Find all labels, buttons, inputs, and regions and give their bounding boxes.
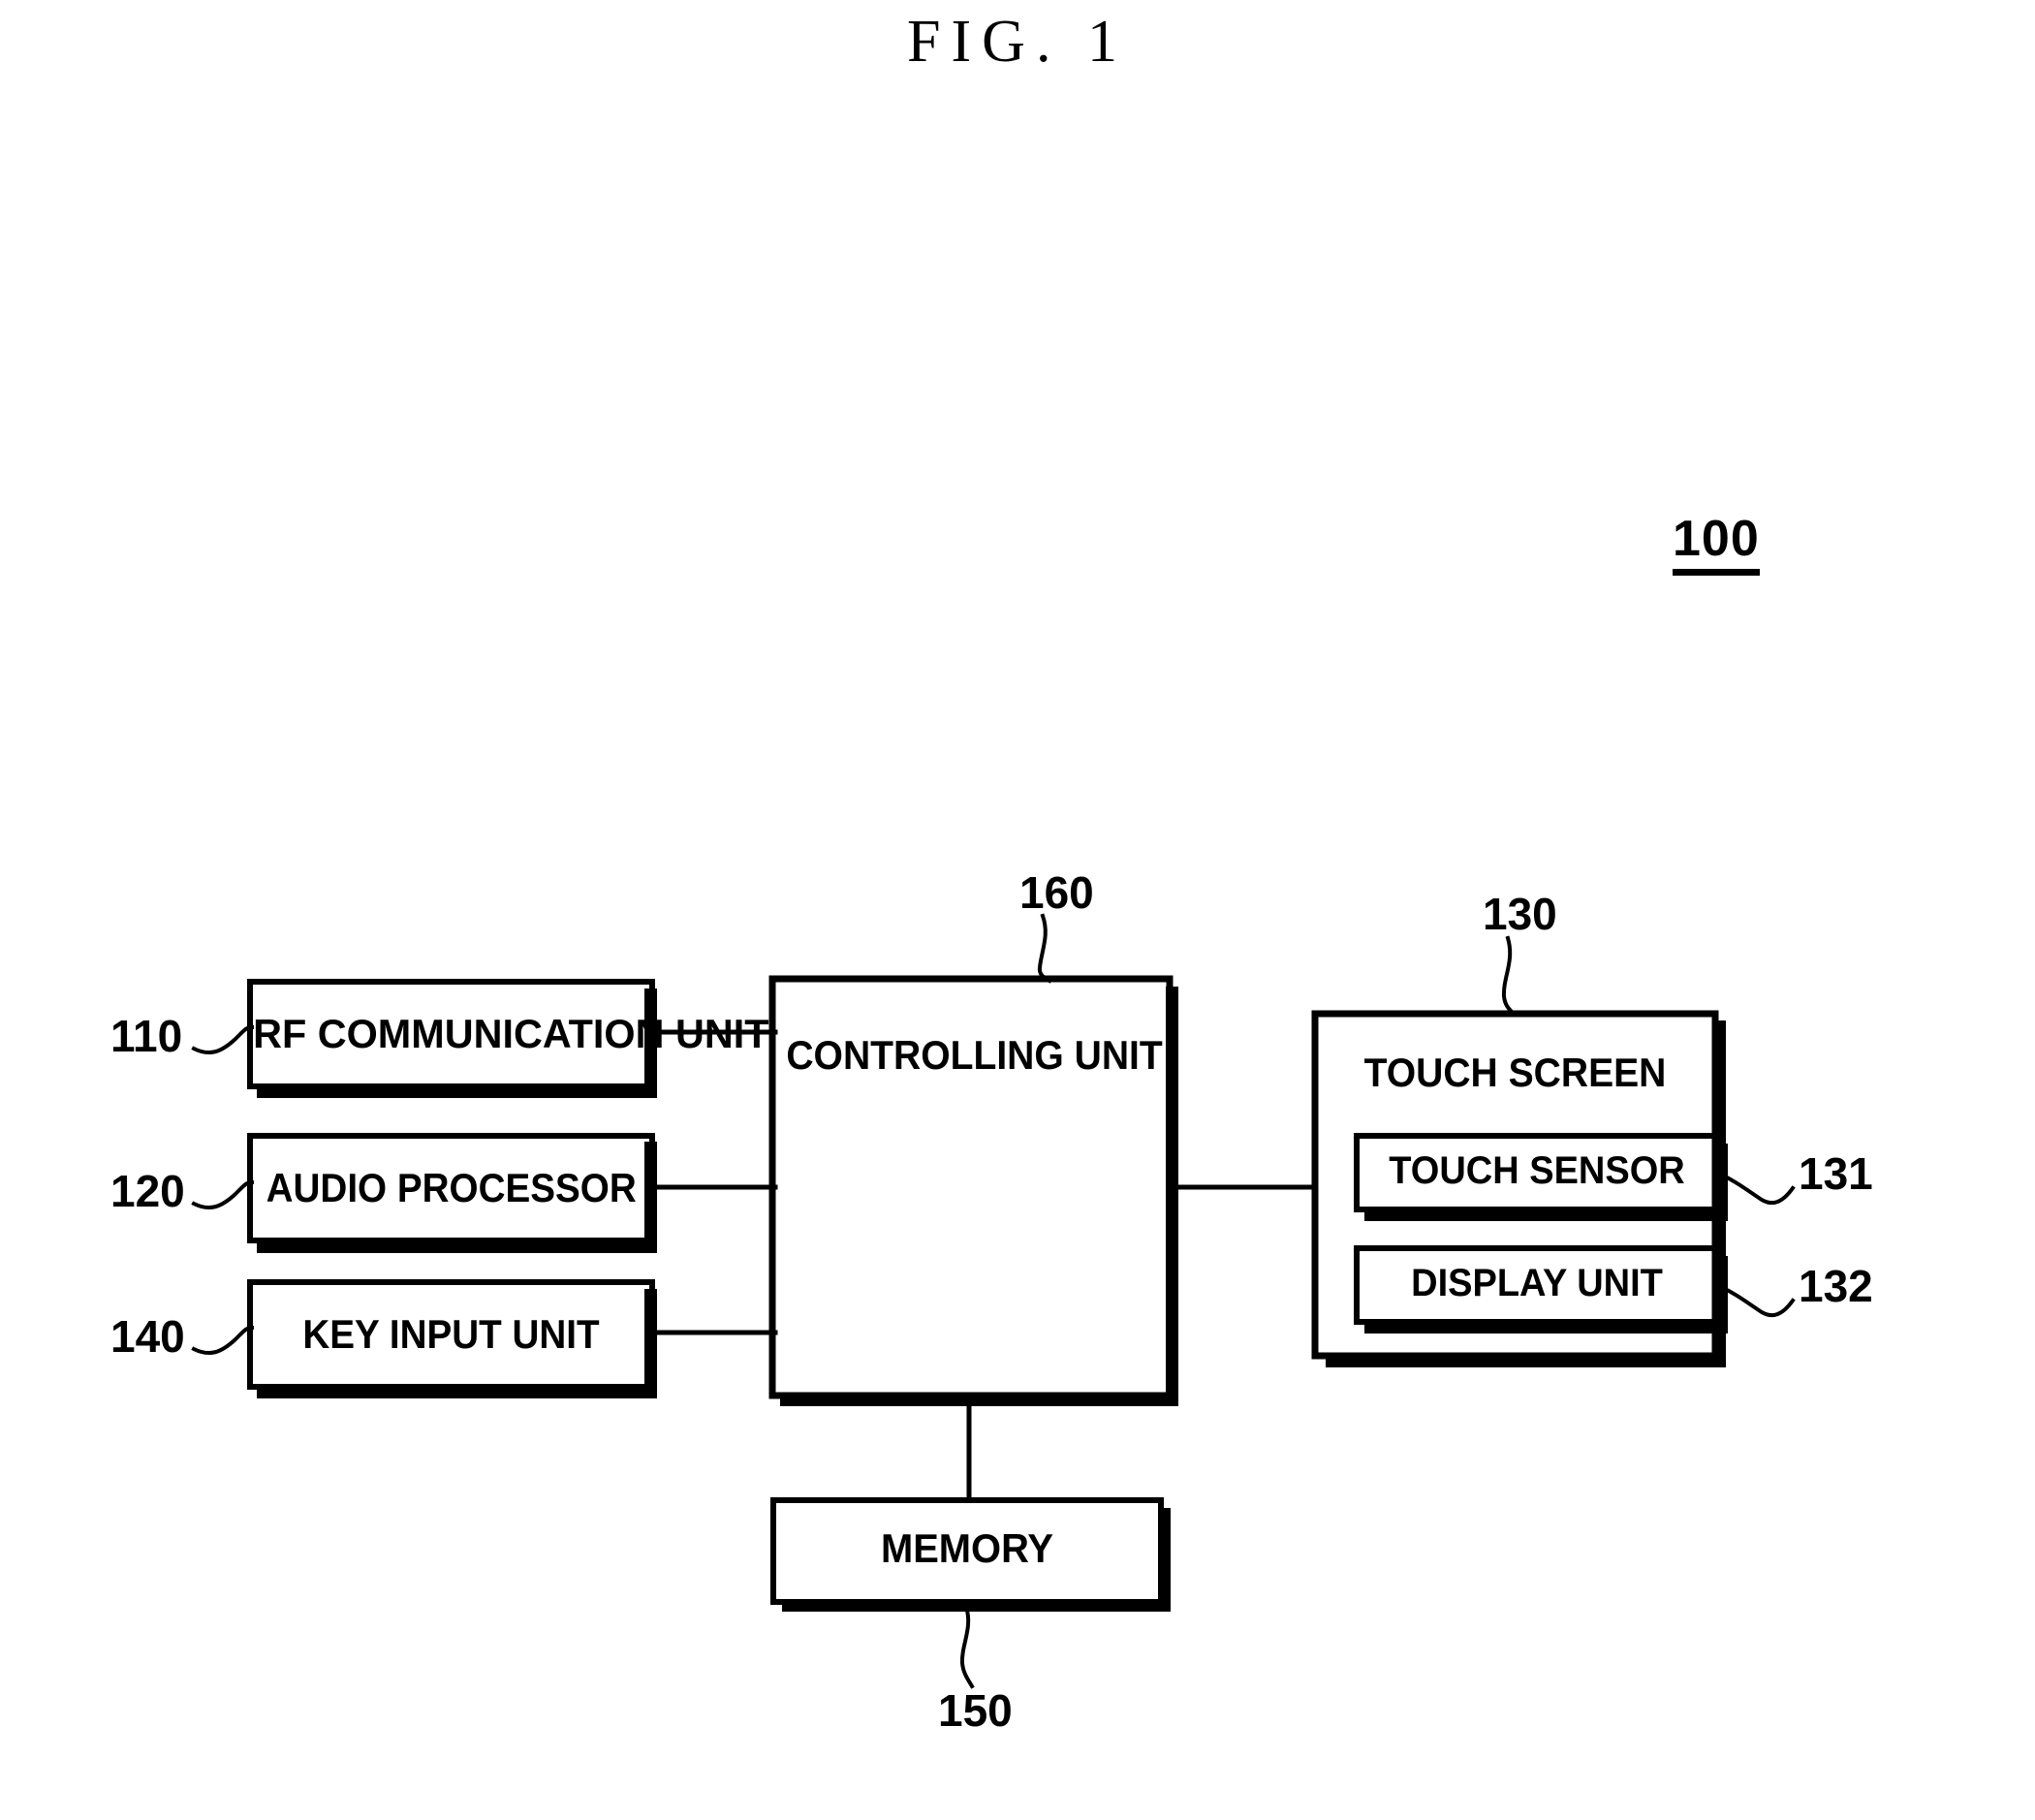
reference-numeral-140: 140 [110,1311,185,1362]
reference-numeral-120: 120 [110,1166,185,1216]
leader-line-160 [1037,913,1052,984]
leader-line-131 [1714,1170,1796,1206]
block-label-key-input-unit: KEY INPUT UNIT [302,1311,600,1357]
reference-numeral-132: 132 [1799,1261,1873,1311]
block-label-memory: MEMORY [880,1525,1054,1571]
reference-numeral-160: 160 [1019,867,1094,918]
block-label-controlling-unit: CONTROLLING UNIT [786,1032,1163,1078]
leader-line-130 [1501,935,1517,1017]
block-label-audio-processor: AUDIO PROCESSOR [266,1165,637,1210]
leader-line-140 [191,1325,255,1356]
reference-numeral-150: 150 [938,1685,1013,1736]
block-label-touch-sensor: TOUCH SENSOR [1389,1149,1685,1192]
reference-numeral-130: 130 [1483,889,1557,939]
leader-line-110 [191,1024,255,1055]
figure-root: FIG. 1 100 RF COMMUNICATION UNIT AUDIO P… [0,0,2035,1820]
reference-numeral-110: 110 [110,1011,183,1061]
block-label-display-unit: DISPLAY UNIT [1411,1262,1663,1304]
leader-line-150 [959,1604,975,1689]
block-label-rf-communication-unit: RF COMMUNICATION UNIT [253,1011,769,1056]
leader-line-120 [191,1179,255,1210]
reference-numeral-131: 131 [1799,1148,1873,1199]
block-label-touch-screen: TOUCH SCREEN [1363,1050,1667,1095]
leader-line-132 [1714,1282,1796,1318]
